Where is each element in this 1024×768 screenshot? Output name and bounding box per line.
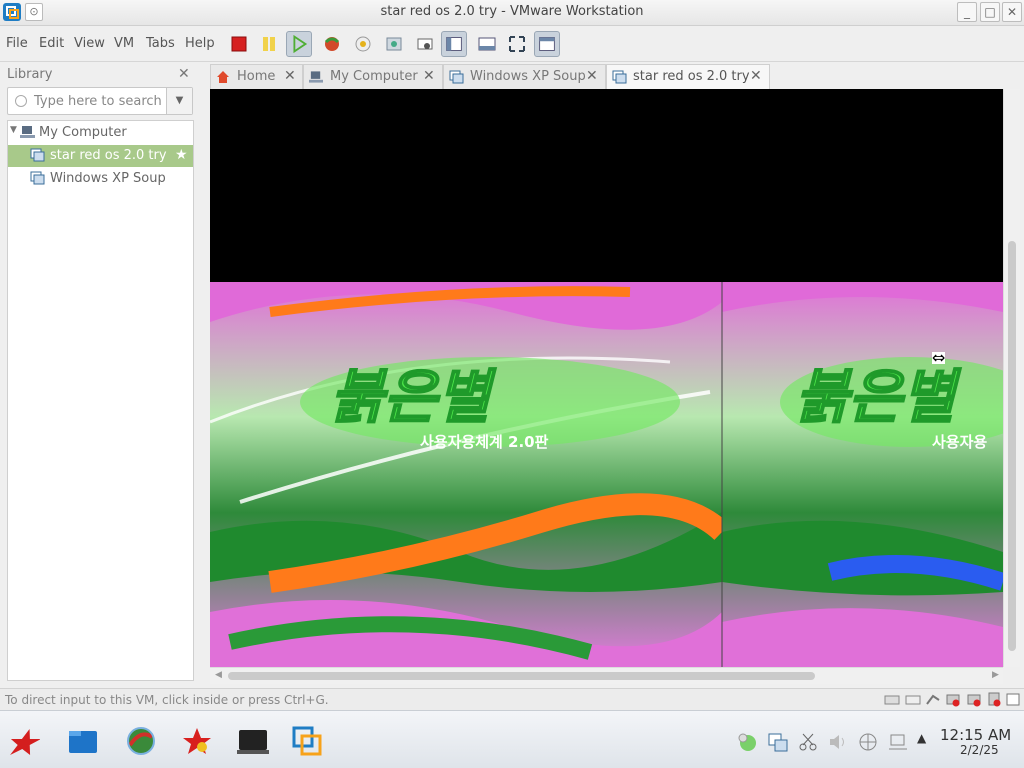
tree-item-star-red[interactable]: star red os 2.0 try ★ — [8, 145, 193, 167]
unity-icon[interactable] — [534, 31, 560, 57]
volume-icon[interactable] — [827, 731, 849, 753]
os-taskbar: ▲ 12:15 AM 2/2/25 — [0, 710, 1024, 768]
network-status-icon[interactable] — [737, 731, 759, 753]
computer-icon — [20, 126, 35, 138]
show-thumbnail-bar-icon[interactable] — [474, 31, 500, 57]
vm-icon — [612, 70, 627, 84]
scroll-right-icon[interactable]: ▶ — [992, 670, 999, 680]
fullscreen-icon[interactable] — [504, 31, 530, 57]
show-library-icon[interactable] — [441, 31, 467, 57]
terminal-icon[interactable] — [236, 725, 270, 757]
tree-label: My Computer — [39, 125, 127, 140]
menu-toolbar: File Edit View VM Tabs Help — [0, 26, 1024, 62]
vm-network-icon[interactable] — [767, 731, 789, 753]
search-placeholder: Type here to search — [34, 94, 162, 109]
splash-subtitle: 사용자용체계 2.0판 — [420, 433, 549, 451]
vm-console[interactable]: 붉은별 사용자용체계 2.0판 붉은별 사용자용 ⇔ — [210, 89, 1003, 667]
menu-help[interactable]: Help — [185, 36, 215, 51]
vm-icon — [30, 171, 45, 185]
scroll-left-icon[interactable]: ◀ — [215, 670, 222, 680]
search-dropdown-button[interactable]: ▼ — [166, 88, 192, 114]
revert-snapshot-icon[interactable] — [319, 31, 345, 57]
collapse-icon[interactable]: ▼ — [10, 125, 17, 135]
library-search-input[interactable]: Type here to search ▼ — [7, 87, 193, 115]
menu-file[interactable]: File — [6, 36, 28, 51]
library-label: Library — [7, 67, 53, 82]
svg-text:붉은별: 붉은별 — [795, 363, 962, 431]
hard-disk-icon[interactable] — [884, 692, 900, 707]
tab-label: My Computer — [330, 69, 418, 84]
vertical-scrollbar[interactable] — [1003, 89, 1020, 667]
status-message: To direct input to this VM, click inside… — [5, 693, 329, 707]
cd-dvd-icon[interactable] — [905, 692, 921, 707]
vm-icon — [449, 70, 464, 84]
tree-item-windows-xp[interactable]: Windows XP Soup — [8, 168, 193, 190]
tab-label: Home — [237, 69, 276, 84]
computer-icon — [309, 71, 323, 83]
tab-label: star red os 2.0 try — [633, 69, 750, 84]
maximize-button[interactable]: □ — [980, 2, 1000, 22]
library-tree: ▼ My Computer star red os 2.0 try ★ Wind… — [7, 120, 194, 681]
tab-close-icon[interactable]: ✕ — [586, 68, 598, 84]
horizontal-scrollbar[interactable]: ◀ ▶ — [210, 667, 1003, 684]
file-manager-icon[interactable] — [66, 725, 100, 757]
suspend-icon[interactable] — [256, 31, 282, 57]
tray-expand-icon[interactable]: ▲ — [917, 731, 926, 745]
tab-close-icon[interactable]: ✕ — [423, 68, 435, 84]
menu-vm[interactable]: VM — [114, 36, 134, 51]
resize-cursor-icon: ⇔ — [932, 348, 946, 367]
guest-splash-image: 붉은별 사용자용체계 2.0판 붉은별 사용자용 — [210, 282, 1003, 667]
tree-label: star red os 2.0 try — [50, 148, 167, 163]
home-icon — [217, 71, 229, 83]
tab-close-icon[interactable]: ✕ — [750, 68, 762, 84]
tab-my-computer[interactable]: My Computer ✕ — [303, 64, 443, 89]
vm-settings-icon[interactable] — [412, 31, 438, 57]
tab-home[interactable]: Home ✕ — [210, 64, 303, 89]
menu-view[interactable]: View — [74, 36, 105, 51]
browser-globe-icon[interactable] — [124, 725, 158, 757]
tab-bar: Home ✕ My Computer ✕ Windows XP Soup ✕ s… — [210, 64, 1003, 89]
power-off-icon[interactable] — [226, 31, 252, 57]
menu-edit[interactable]: Edit — [39, 36, 64, 51]
usb-controller-icon[interactable] — [966, 692, 982, 707]
close-button[interactable]: ✕ — [1002, 2, 1022, 22]
scissors-icon[interactable] — [797, 731, 819, 753]
network-adapter-icon[interactable] — [945, 692, 961, 707]
red-star-menu-icon[interactable] — [6, 725, 40, 757]
tab-star-red[interactable]: star red os 2.0 try ✕ — [606, 64, 770, 89]
sound-card-icon[interactable] — [986, 692, 1002, 707]
scroll-thumb[interactable] — [1008, 241, 1016, 651]
red-star-app-icon[interactable] — [180, 725, 214, 757]
scroll-thumb[interactable] — [228, 672, 815, 680]
message-log-icon[interactable] — [1005, 692, 1021, 707]
minimize-button[interactable]: _ — [957, 2, 977, 22]
globe-input-icon[interactable] — [857, 731, 879, 753]
network-computer-icon[interactable] — [887, 731, 909, 753]
title-bar: ⊙ star red os 2.0 try - VMware Workstati… — [0, 0, 1024, 26]
take-snapshot-icon[interactable] — [350, 31, 376, 57]
svg-text:붉은별: 붉은별 — [330, 363, 497, 431]
power-on-icon[interactable] — [286, 31, 312, 57]
tab-label: Windows XP Soup — [470, 69, 586, 84]
favorite-star-icon[interactable]: ★ — [175, 147, 188, 163]
boot-splash-graphic: 붉은별 사용자용체계 2.0판 붉은별 사용자용 — [210, 282, 1003, 667]
tab-windows-xp[interactable]: Windows XP Soup ✕ — [443, 64, 606, 89]
menu-tabs[interactable]: Tabs — [146, 36, 175, 51]
floppy-icon[interactable] — [925, 692, 941, 707]
status-bar: To direct input to this VM, click inside… — [0, 688, 1024, 710]
splash-subtitle-repeat: 사용자용 — [932, 433, 987, 451]
library-close-button[interactable]: ✕ — [178, 66, 190, 82]
clock-date[interactable]: 2/2/25 — [960, 743, 999, 757]
vm-icon — [30, 148, 45, 162]
tree-item-my-computer[interactable]: ▼ My Computer — [8, 122, 193, 144]
clock-time[interactable]: 12:15 AM — [940, 726, 1011, 744]
window-title: star red os 2.0 try - VMware Workstation — [380, 4, 644, 19]
snapshot-manager-icon[interactable] — [381, 31, 407, 57]
tab-close-icon[interactable]: ✕ — [284, 68, 296, 84]
search-icon — [15, 95, 27, 107]
vmware-icon[interactable] — [290, 725, 324, 757]
tree-label: Windows XP Soup — [50, 171, 166, 186]
